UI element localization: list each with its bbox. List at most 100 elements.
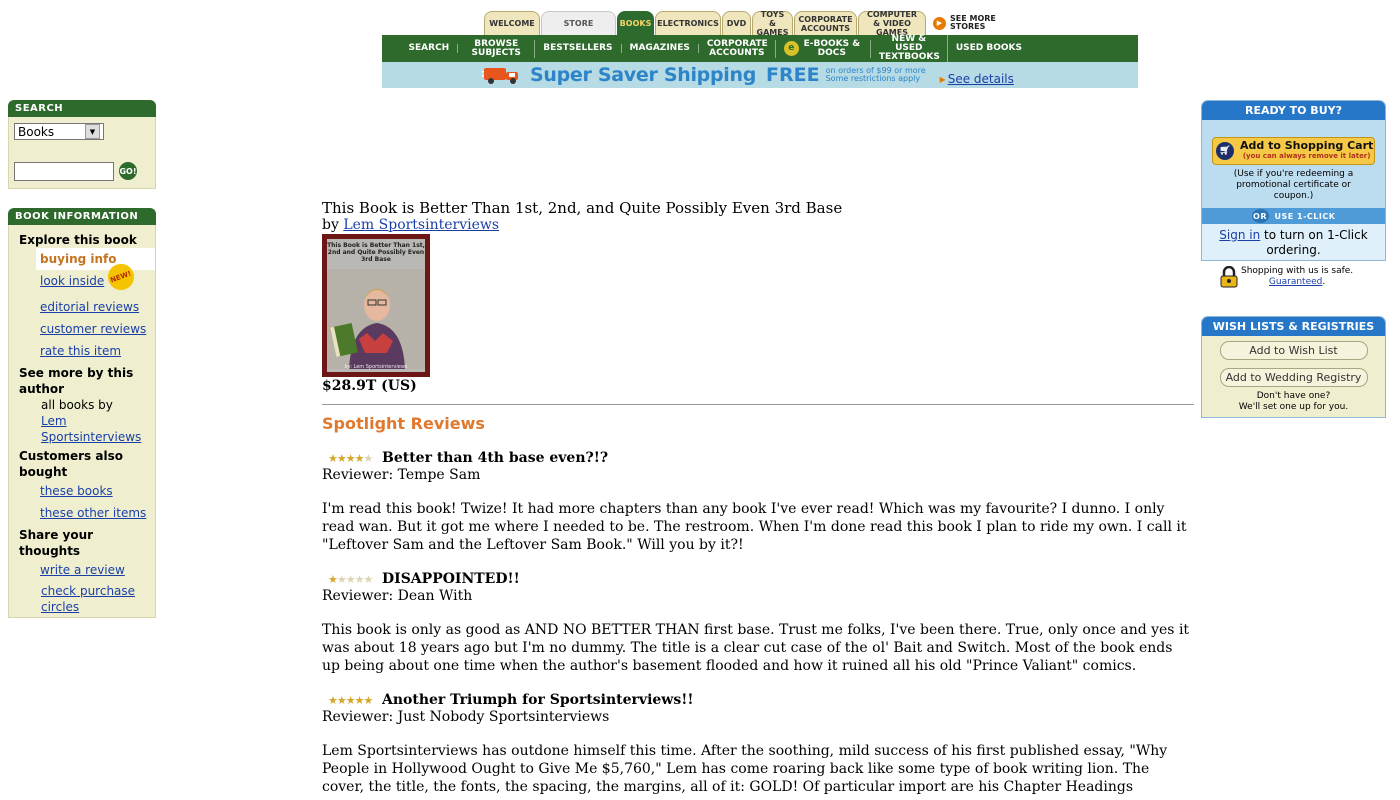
tab-toys-games[interactable]: TOYS & GAMES [752,10,793,37]
no-wish-list-note: Don't have one? We'll set one up for you… [1202,391,1385,413]
review-header: ★★★★★ Better than 4th base even?!? [322,450,1194,466]
safe-text-label: Shopping with us is safe. [1241,266,1354,276]
subnav-browse-subjects[interactable]: BROWSE SUBJECTS [458,38,536,58]
go-button[interactable]: GO! [119,162,137,180]
share-thoughts-heading: Share your thoughts [19,528,94,558]
subnav-bestsellers[interactable]: BESTSELLERS [535,43,622,53]
product-price: $28.9T (US) [322,378,417,394]
explore-heading: Explore this book [19,233,137,247]
check-purchase-circles-link[interactable]: check purchase circles [41,584,135,614]
chevron-down-icon: ▼ [85,124,100,139]
banner-fine-print: on orders of $99 or more Some restrictio… [826,67,926,83]
product-main: This Book is Better Than 1st, 2nd, and Q… [322,199,1194,795]
reviewer-name: Reviewer: Dean With [322,588,473,604]
tab-electronics[interactable]: ELECTRONICS [655,11,721,35]
look-inside-link[interactable]: look inside NEW! [9,260,155,296]
tab-books[interactable]: BOOKS [617,11,654,35]
see-more-label: SEE MORE STORES [950,14,996,31]
cover-author-text: by: Lem Sportsinterviews [344,364,408,370]
ready-to-buy-panel: READY TO BUY? 🛒︎ Add to Shopping Cart (y… [1201,100,1386,261]
redeem-note: (Use if you're redeeming a promotional c… [1233,169,1354,201]
wish-lists-panel: WISH LISTS & REGISTRIES Add to Wish List… [1201,316,1386,418]
customer-reviews-link[interactable]: customer reviews [9,318,155,340]
book-information-heading: BOOK INFORMATION [8,208,156,225]
add-to-wish-list-button[interactable]: Add to Wish List [1219,341,1368,360]
add-to-cart-sublabel: (you can always remove it later) [1242,152,1371,160]
purchase-circles-wrap: check purchase circles [9,581,155,615]
reviewer-name: Reviewer: Just Nobody Sportsinterviews [322,709,610,725]
subnav-label: SEARCH [408,43,450,53]
subnav-label: BROWSE SUBJECTS [471,38,521,58]
ebook-icon: e [783,41,799,56]
review-item: ★★★★★ Better than 4th base even?!? Revie… [322,450,1194,554]
safe-shopping-notice: Shopping with us is safe. Guaranteed. [1220,266,1380,288]
tab-computer-video-games[interactable]: COMPUTER & VIDEO GAMES [858,10,926,37]
subnav-search[interactable]: SEARCH [401,44,459,53]
guaranteed-link[interactable]: Guaranteed [1269,277,1322,287]
search-input[interactable] [14,162,114,181]
sign-in-link[interactable]: Sign in [1219,228,1260,242]
product-title: This Book is Better Than 1st, 2nd, and Q… [322,199,843,217]
subnav-e-books-docs[interactable]: e E-BOOKS & DOCS [776,38,871,58]
author-books-link-wrap: Lem Sportsinterviews [9,413,155,445]
set-one-up-text: We'll set one up for you. [1238,402,1349,412]
review-header: ★★★★★ Another Triumph for Sportsintervie… [322,692,1194,708]
editorial-reviews-link[interactable]: editorial reviews [9,296,155,318]
tab-corporate-accounts[interactable]: CORPORATE ACCOUNTS [794,11,857,35]
add-to-cart-text: Add to Shopping Cart (you can always rem… [1240,140,1373,162]
rate-item-link[interactable]: rate this item [9,340,155,362]
sign-in-rest-text: to turn on 1-Click ordering. [1260,228,1368,257]
review-header: ★★★★★ DISAPPOINTED!! [322,571,1194,587]
book-cover-art: This Book is Better Than 1st, 2nd and Qu… [327,239,425,372]
author-books-link[interactable]: Lem Sportsinterviews [41,414,141,444]
write-review-link[interactable]: write a review [9,559,155,581]
banner-free-label: FREE [766,64,820,86]
review-title: Better than 4th base even?!? [382,450,609,466]
review-body: I'm read this book! Twize! It had more c… [322,501,1187,553]
book-cover-image[interactable]: This Book is Better Than 1st, 2nd and Qu… [322,234,430,377]
subnav-label: MAGAZINES [629,43,690,53]
tab-store[interactable]: STORE [541,11,616,35]
use-one-click-label: USE 1-CLICK [1274,211,1336,221]
tab-welcome[interactable]: WELCOME [484,11,540,35]
product-byline: by Lem Sportsinterviews [322,217,1194,234]
subnav-corporate-accounts[interactable]: CORPORATE ACCOUNTS [699,38,776,58]
search-heading: SEARCH [8,100,156,117]
author-link[interactable]: Lem Sportsinterviews [343,217,499,233]
star-rating-icon: ★★★★★ [328,451,373,465]
subnav-label: BESTSELLERS [543,43,613,53]
search-category-value: Books [18,124,55,139]
subnav-label: CORPORATE ACCOUNTS [706,38,768,58]
cart-icon: 🛒︎ [1216,142,1234,160]
ready-to-buy-heading: READY TO BUY? [1202,101,1385,120]
spotlight-reviews-heading: Spotlight Reviews [322,414,485,433]
book-information-panel: BOOK INFORMATION Explore this book buyin… [8,208,156,618]
all-books-by-text: all books by [41,398,113,412]
search-body: Books ▼ GO! [8,117,156,189]
subnav-label: E-BOOKS & DOCS [803,38,861,58]
banner-title: Super Saver Shipping [530,64,757,86]
subnav-label: USED BOOKS [955,43,1022,53]
star-rating-icon: ★★★★★ [328,572,373,586]
add-to-cart-button[interactable]: 🛒︎ Add to Shopping Cart (you can always … [1212,137,1375,165]
search-category-select[interactable]: Books ▼ [14,123,104,140]
or-badge: OR [1251,209,1269,223]
these-other-items-link[interactable]: these other items [9,502,155,524]
review-title: Another Triumph for Sportsinterviews!! [382,692,694,708]
subnav-new-used-textbooks[interactable]: NEW & USED TEXTBOOKS [871,35,948,62]
these-books-link[interactable]: these books [9,480,155,502]
look-inside-label: look inside [40,274,105,288]
reviewer-name: Reviewer: Tempe Sam [322,467,481,483]
subnav-magazines[interactable]: MAGAZINES [622,44,699,53]
cover-photo-illustration [327,269,425,369]
see-details-link[interactable]: See details [940,72,1014,86]
tab-dvd[interactable]: DVD [722,11,751,35]
subnav-used-books[interactable]: USED BOOKS [948,44,1030,53]
see-more-stores-link[interactable]: ▶ SEE MORE STORES [933,11,1000,35]
add-to-wedding-registry-button[interactable]: Add to Wedding Registry [1219,368,1368,387]
review-body: Lem Sportsinterviews has outdone himself… [322,743,1168,795]
review-item: ★★★★★ Another Triumph for Sportsintervie… [322,692,1194,796]
shipping-banner[interactable]: Super Saver Shipping FREE on orders of $… [382,62,1138,88]
play-arrow-icon: ▶ [933,16,946,30]
signin-line: Sign in to turn on 1-Click ordering. [1202,224,1385,260]
